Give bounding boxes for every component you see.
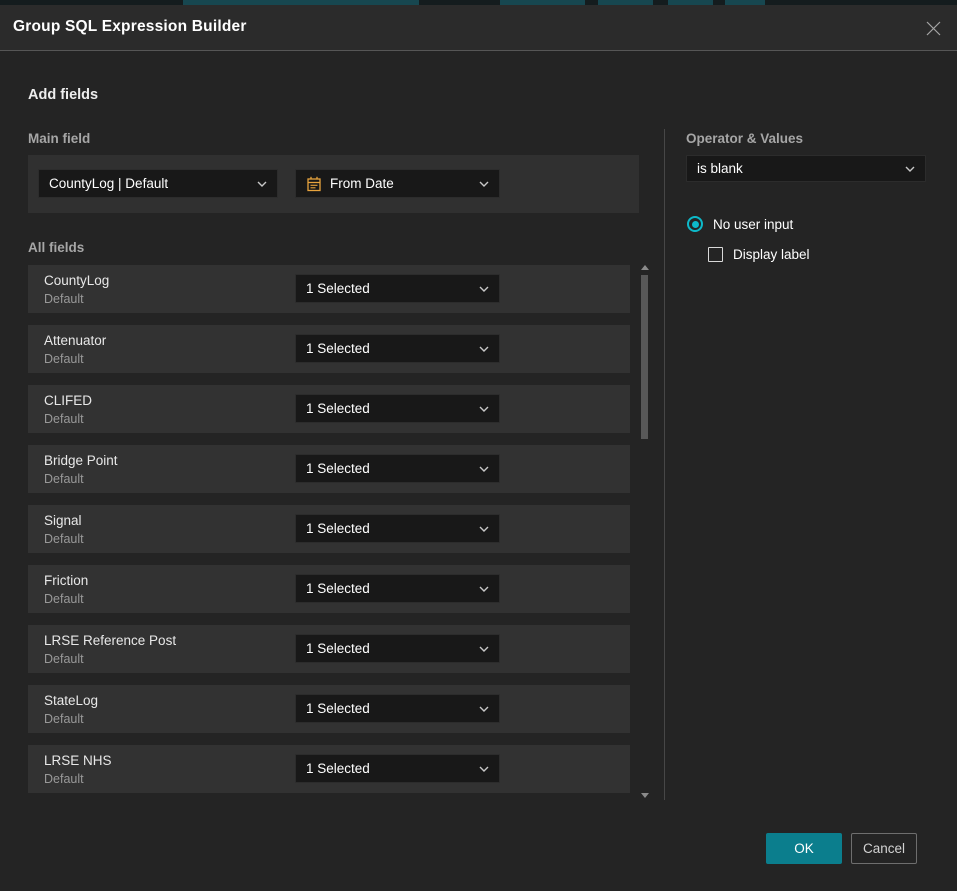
chevron-down-icon [257, 181, 267, 187]
list-scrollbar[interactable] [640, 263, 649, 800]
field-selection-value: 1 Selected [306, 581, 471, 596]
checkbox-unchecked-icon [708, 247, 723, 262]
scroll-down-arrow-icon[interactable] [641, 793, 649, 798]
field-subtitle: Default [44, 772, 84, 786]
field-selection-value: 1 Selected [306, 341, 471, 356]
chevron-down-icon [479, 706, 489, 712]
field-list-item: LRSE NHS Default 1 Selected [28, 745, 630, 793]
field-name: Bridge Point [44, 453, 118, 468]
field-subtitle: Default [44, 472, 84, 486]
field-selection-dropdown[interactable]: 1 Selected [295, 754, 500, 783]
radio-selected-icon [687, 216, 703, 232]
ok-button[interactable]: OK [766, 833, 842, 864]
no-user-input-radio[interactable]: No user input [687, 216, 793, 232]
field-list-item: StateLog Default 1 Selected [28, 685, 630, 733]
all-fields-list: CountyLog Default 1 Selected Attenuator … [28, 265, 630, 795]
chevron-down-icon [479, 646, 489, 652]
group-sql-expression-builder-dialog: Group SQL Expression Builder Add fields … [0, 5, 957, 891]
field-selection-value: 1 Selected [306, 401, 471, 416]
chevron-down-icon [479, 286, 489, 292]
field-selection-dropdown[interactable]: 1 Selected [295, 454, 500, 483]
field-list-item: Bridge Point Default 1 Selected [28, 445, 630, 493]
chevron-down-icon [479, 766, 489, 772]
field-name: CLIFED [44, 393, 92, 408]
chevron-down-icon [479, 346, 489, 352]
display-label-text: Display label [733, 247, 810, 262]
field-name: Signal [44, 513, 82, 528]
layer-select-value: CountyLog | Default [49, 176, 249, 191]
field-selection-value: 1 Selected [306, 521, 471, 536]
field-subtitle: Default [44, 652, 84, 666]
all-fields-label: All fields [28, 240, 84, 255]
add-fields-heading: Add fields [28, 87, 98, 103]
display-label-checkbox[interactable]: Display label [708, 247, 810, 262]
field-subtitle: Default [44, 592, 84, 606]
field-selection-value: 1 Selected [306, 461, 471, 476]
operator-values-heading: Operator & Values [686, 131, 803, 146]
field-subtitle: Default [44, 712, 84, 726]
chevron-down-icon [905, 166, 915, 172]
chevron-down-icon [479, 526, 489, 532]
field-subtitle: Default [44, 412, 84, 426]
field-name: CountyLog [44, 273, 109, 288]
field-list-item: CountyLog Default 1 Selected [28, 265, 630, 313]
no-user-input-label: No user input [713, 217, 793, 232]
field-list-item: LRSE Reference Post Default 1 Selected [28, 625, 630, 673]
field-name: LRSE NHS [44, 753, 112, 768]
field-name: Friction [44, 573, 88, 588]
cancel-button[interactable]: Cancel [851, 833, 917, 864]
field-subtitle: Default [44, 532, 84, 546]
main-field-select[interactable]: From Date [295, 169, 500, 198]
field-subtitle: Default [44, 292, 84, 306]
layer-select[interactable]: CountyLog | Default [38, 169, 278, 198]
chevron-down-icon [479, 406, 489, 412]
field-selection-dropdown[interactable]: 1 Selected [295, 514, 500, 543]
main-field-label: Main field [28, 131, 90, 146]
operator-select-value: is blank [697, 161, 897, 176]
field-name: Attenuator [44, 333, 106, 348]
field-selection-dropdown[interactable]: 1 Selected [295, 394, 500, 423]
field-list-item: Friction Default 1 Selected [28, 565, 630, 613]
operator-select[interactable]: is blank [686, 155, 926, 182]
column-divider [664, 129, 665, 800]
field-list-item: Attenuator Default 1 Selected [28, 325, 630, 373]
field-selection-value: 1 Selected [306, 281, 471, 296]
scroll-up-arrow-icon[interactable] [641, 265, 649, 270]
field-name: StateLog [44, 693, 98, 708]
field-selection-dropdown[interactable]: 1 Selected [295, 574, 500, 603]
field-list-item: CLIFED Default 1 Selected [28, 385, 630, 433]
field-selection-dropdown[interactable]: 1 Selected [295, 334, 500, 363]
field-list-item: Signal Default 1 Selected [28, 505, 630, 553]
main-field-panel: CountyLog | Default From Date [28, 155, 639, 213]
field-selection-value: 1 Selected [306, 641, 471, 656]
field-selection-value: 1 Selected [306, 701, 471, 716]
chevron-down-icon [479, 181, 489, 187]
field-selection-value: 1 Selected [306, 761, 471, 776]
field-selection-dropdown[interactable]: 1 Selected [295, 694, 500, 723]
main-field-select-value: From Date [330, 176, 471, 191]
close-icon [925, 20, 942, 37]
field-selection-dropdown[interactable]: 1 Selected [295, 634, 500, 663]
calendar-icon [306, 176, 322, 192]
chevron-down-icon [479, 586, 489, 592]
dialog-header: Group SQL Expression Builder [0, 5, 957, 51]
close-button[interactable] [922, 17, 944, 39]
dialog-title: Group SQL Expression Builder [13, 18, 247, 36]
field-name: LRSE Reference Post [44, 633, 176, 648]
chevron-down-icon [479, 466, 489, 472]
field-selection-dropdown[interactable]: 1 Selected [295, 274, 500, 303]
scrollbar-thumb[interactable] [641, 275, 648, 439]
field-subtitle: Default [44, 352, 84, 366]
